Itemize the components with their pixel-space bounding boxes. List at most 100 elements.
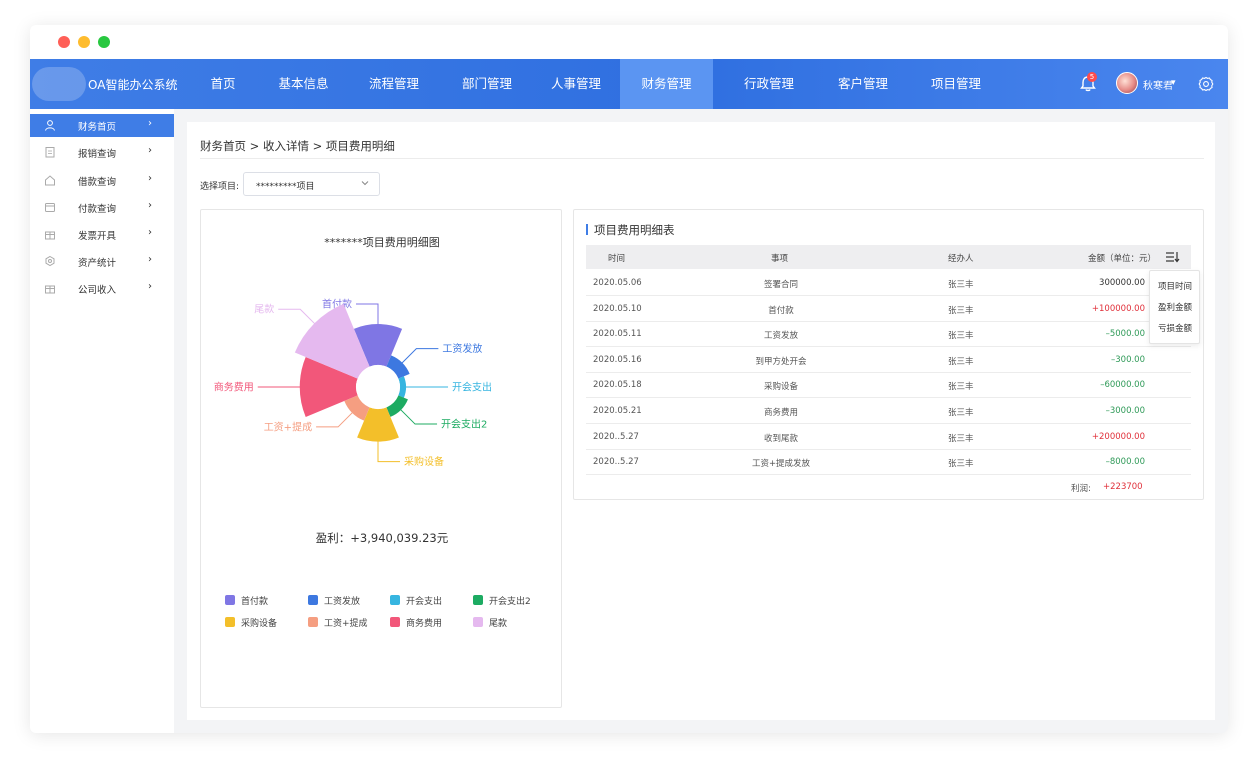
user-name[interactable]: 秋寒君 <box>1143 77 1173 92</box>
column-header-amount: 金额（单位：元） <box>1088 254 1157 264</box>
sidebar-item[interactable]: 财务首页 › <box>30 114 174 137</box>
nav-item[interactable]: 部门管理 <box>445 59 529 109</box>
sidebar-item[interactable]: 付款查询 › <box>30 196 174 219</box>
cell-person: 张三丰 <box>948 382 974 393</box>
cell-item: 签署合同 <box>763 280 799 290</box>
legend-label: 工资发放 <box>324 597 361 607</box>
cell-person: 张三丰 <box>948 356 974 367</box>
minimize-window-button[interactable] <box>78 36 90 48</box>
sidebar-item-label: 借款查询 <box>78 177 117 188</box>
leader-line <box>278 308 318 327</box>
cell-item: 收到尾款 <box>763 433 799 444</box>
chevron-right-icon: › <box>148 145 152 156</box>
app-window: OA智能办公系统 首页 基本信息 流程管理 部门管理 人事管理 财务管理 行政管理 客户管理项… <box>30 25 1228 733</box>
chevron-right-icon: › <box>148 281 152 292</box>
card-icon <box>45 203 55 212</box>
breadcrumb: 财务首页 > 收入详情 > 项目费用明细 <box>200 139 395 153</box>
legend-label: 开会支出 <box>406 597 443 607</box>
legend-swatch <box>473 595 483 605</box>
cell-date: 2020..5.27 <box>593 431 639 442</box>
nav-item[interactable]: 客户管理 <box>823 59 903 109</box>
table-row: 2020.05.18 采购设备 张三丰 –60000.00 <box>586 372 1191 399</box>
profit-summary: 盈利：+3,940,039.23元 <box>315 531 449 545</box>
sidebar: 财务首页 › 报销查询 › 借款查询 › 付款查询 › 发票开具 › 资产统计 › 公司收入 › <box>30 109 174 733</box>
cell-amount: –5000.00 <box>1105 329 1145 340</box>
maximize-window-button[interactable] <box>98 36 110 48</box>
chevron-down-icon[interactable]: ▾ <box>1171 78 1176 88</box>
project-select-label: 选择项目: <box>200 182 240 192</box>
table-header: 时间 事项 经办人 金额（单位：元） <box>586 245 1191 269</box>
legend-label: 尾款 <box>489 619 508 629</box>
table-title: 项目费用明细表 <box>594 223 675 237</box>
sort-icon[interactable] <box>1164 249 1180 265</box>
legend-swatch <box>225 617 235 627</box>
divider <box>200 158 1204 159</box>
table-row: 2020..5.27 收到尾款 张三丰 +200000.00 <box>586 424 1191 450</box>
sidebar-item[interactable]: 报销查询 › <box>30 141 174 164</box>
slice-label: 采购设备 <box>404 455 444 468</box>
cell-person: 张三丰 <box>948 305 974 316</box>
cell-item: 工资+提成发放 <box>751 459 811 470</box>
home-icon <box>45 175 55 186</box>
gear-icon[interactable] <box>1198 76 1214 92</box>
close-window-button[interactable] <box>58 36 70 48</box>
brand-title: OA智能办公系统 <box>88 78 178 92</box>
sidebar-item[interactable]: 发票开具 › <box>30 223 174 246</box>
title-accent <box>586 224 588 235</box>
leader-line <box>397 406 438 425</box>
slice-label: 开会支出2 <box>441 418 487 431</box>
leader-line <box>316 409 356 428</box>
logo <box>32 67 86 101</box>
nav-item[interactable]: 财务管理 <box>620 59 713 109</box>
sort-option-loss[interactable]: 亏损金额 <box>1158 322 1192 334</box>
nav-item[interactable]: 项目管理 <box>914 59 998 109</box>
nav-item[interactable]: 基本信息 <box>265 59 342 109</box>
project-select[interactable]: *********项目 <box>243 172 380 196</box>
sort-option-profit[interactable]: 盈利金额 <box>1158 301 1192 313</box>
table-row: 2020.05.06 签署合同 张三丰 300000.00 <box>586 270 1191 296</box>
legend-label: 开会支出2 <box>489 597 531 607</box>
cell-amount: –300.00 <box>1111 354 1145 365</box>
avatar[interactable] <box>1116 72 1138 94</box>
gift-icon <box>45 231 55 240</box>
expense-table-card: 项目费用明细表 时间 事项 经办人 金额（单位：元） 2020.05.06 签署合… <box>573 209 1204 500</box>
sidebar-item-label: 公司收入 <box>78 285 117 296</box>
sidebar-item[interactable]: 资产统计 › <box>30 250 174 273</box>
cell-item: 采购设备 <box>763 382 799 393</box>
cell-item: 首付款 <box>768 305 794 316</box>
slice-label: 工资发放 <box>442 342 482 355</box>
sidebar-item-label: 资产统计 <box>78 258 117 269</box>
cell-amount: +200000.00 <box>1091 431 1145 442</box>
gift-icon <box>45 285 55 294</box>
cell-person: 张三丰 <box>948 331 974 342</box>
document-icon <box>45 147 55 158</box>
cell-person: 张三丰 <box>948 280 974 290</box>
cell-person: 张三丰 <box>948 459 974 470</box>
cell-person: 张三丰 <box>948 433 974 444</box>
legend-swatch <box>390 595 400 605</box>
sort-option-time[interactable]: 项目时间 <box>1158 280 1192 292</box>
legend-label: 工资+提成 <box>324 619 368 629</box>
nav-item[interactable]: 人事管理 <box>536 59 616 109</box>
chevron-right-icon: › <box>148 118 152 129</box>
cell-date: 2020.05.16 <box>593 354 642 365</box>
chevron-right-icon: › <box>148 200 152 211</box>
chevron-right-icon: › <box>148 227 152 238</box>
table-row: 2020.05.10 首付款 张三丰 +100000.00 <box>586 296 1191 322</box>
nav-item[interactable]: 首页 <box>197 59 249 109</box>
cell-item: 商务费用 <box>763 408 799 418</box>
legend-label: 商务费用 <box>406 619 443 629</box>
rose-chart: 首付款工资发放开会支出开会支出2采购设备工资+提成商务费用尾款 <box>214 298 492 469</box>
sidebar-item[interactable]: 借款查询 › <box>30 169 174 192</box>
cell-date: 2020.05.06 <box>593 278 642 288</box>
table-row: 2020.05.11 工资发放 张三丰 –5000.00 <box>586 321 1191 348</box>
sidebar-item-label: 发票开具 <box>78 231 117 242</box>
nav-item[interactable]: 流程管理 <box>352 59 436 109</box>
legend-swatch <box>473 617 483 627</box>
sidebar-item[interactable]: 公司收入 › <box>30 277 174 300</box>
nav-item[interactable]: 行政管理 <box>725 59 813 109</box>
cell-amount: –8000.00 <box>1105 457 1145 468</box>
cell-date: 2020.05.21 <box>593 406 642 416</box>
total-label: 利润: <box>1071 484 1091 494</box>
project-select-value: *********项目 <box>256 182 315 192</box>
